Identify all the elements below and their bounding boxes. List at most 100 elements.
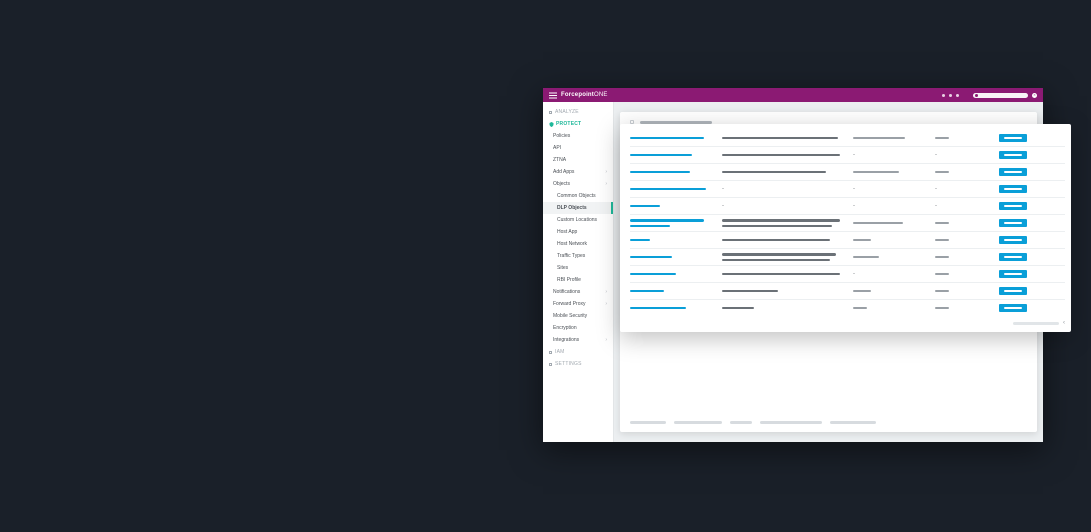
nav-item-ztna[interactable]: ZTNA: [543, 154, 613, 166]
nav-item-objects[interactable]: Objects›: [543, 178, 613, 190]
cell-col-a: -: [853, 152, 929, 158]
cell-description: [722, 219, 847, 227]
table-row[interactable]: [630, 283, 1065, 300]
row-action-button[interactable]: [999, 253, 1027, 261]
chevron-right-icon: ›: [605, 169, 607, 175]
sub-item-host-app[interactable]: Host App: [543, 226, 613, 238]
cell-name: [630, 273, 716, 276]
table-row[interactable]: ---: [630, 198, 1065, 215]
nav-item-api[interactable]: API: [543, 142, 613, 154]
cell-col-a: -: [853, 186, 929, 192]
nav-item-policies[interactable]: Policies: [543, 130, 613, 142]
footer-placeholder: [674, 421, 722, 424]
chevron-left-icon[interactable]: ‹: [1063, 320, 1065, 326]
cell-col-b: [935, 222, 993, 225]
cell-col-b: -: [935, 203, 993, 209]
cell-name: [630, 171, 716, 174]
cell-description: [722, 137, 847, 140]
cell-col-b: [935, 273, 993, 276]
hamburger-icon[interactable]: [549, 92, 557, 99]
sub-item-custom-locations[interactable]: Custom Locations: [543, 214, 613, 226]
cell-action: [999, 202, 1039, 210]
cell-col-b: [935, 307, 993, 310]
cell-description: [722, 307, 847, 310]
row-action-button[interactable]: [999, 151, 1027, 159]
pager-info: [1013, 322, 1059, 325]
table-row[interactable]: ---: [630, 181, 1065, 198]
cell-description: [722, 273, 847, 276]
cell-action: [999, 304, 1039, 312]
cell-col-a: [853, 137, 929, 140]
cell-col-a: -: [853, 271, 929, 277]
section-iam[interactable]: IAM: [543, 346, 613, 358]
footer-placeholder: [830, 421, 876, 424]
shield-icon: [549, 122, 553, 126]
sub-item-dlp-objects[interactable]: DLP Objects: [543, 202, 613, 214]
table-row[interactable]: [630, 300, 1065, 316]
close-icon[interactable]: ×: [1032, 93, 1037, 98]
row-action-button[interactable]: [999, 270, 1027, 278]
user-chip[interactable]: [973, 93, 1028, 98]
table-row[interactable]: [630, 130, 1065, 147]
nav-item-mobile-security[interactable]: Mobile Security: [543, 310, 613, 322]
cell-description: -: [722, 203, 847, 209]
row-action-button[interactable]: [999, 185, 1027, 193]
row-action-button[interactable]: [999, 236, 1027, 244]
sub-item-host-network[interactable]: Host Network: [543, 238, 613, 250]
nav-label: Notifications: [553, 289, 580, 295]
sub-item-traffic-types[interactable]: Traffic Types: [543, 250, 613, 262]
pager: ‹: [630, 316, 1065, 326]
app-body: ANALYZE PROTECT Policies API ZTNA Add Apps ›…: [543, 102, 1043, 442]
table-row[interactable]: [630, 249, 1065, 266]
cell-action: [999, 253, 1039, 261]
sub-item-sites[interactable]: Sites: [543, 262, 613, 274]
section-settings[interactable]: SETTINGS: [543, 358, 613, 370]
table-row[interactable]: [630, 232, 1065, 249]
square-icon: [549, 351, 552, 354]
table-row[interactable]: -: [630, 266, 1065, 283]
cell-action: [999, 219, 1039, 227]
brand-light: ONE: [594, 92, 608, 98]
cell-action: [999, 151, 1039, 159]
row-action-button[interactable]: [999, 219, 1027, 227]
row-action-button[interactable]: [999, 304, 1027, 312]
row-action-button[interactable]: [999, 202, 1027, 210]
nav-item-forward-proxy[interactable]: Forward Proxy›: [543, 298, 613, 310]
section-protect[interactable]: PROTECT: [543, 118, 613, 130]
nav-label: Forward Proxy: [553, 301, 586, 307]
nav-item-integrations[interactable]: Integrations›: [543, 334, 613, 346]
cell-col-a: [853, 256, 929, 259]
section-analyze[interactable]: ANALYZE: [543, 106, 613, 118]
dlp-objects-table-card: --------- ‹: [620, 124, 1071, 332]
cell-col-b: -: [935, 186, 993, 192]
status-dot-icon[interactable]: [956, 94, 959, 97]
status-dot-icon[interactable]: [949, 94, 952, 97]
nav-item-encryption[interactable]: Encryption: [543, 322, 613, 334]
footer-placeholder: [730, 421, 752, 424]
table-row[interactable]: [630, 164, 1065, 181]
table-row[interactable]: --: [630, 147, 1065, 164]
nav-label: API: [553, 145, 561, 151]
cell-col-a: [853, 307, 929, 310]
row-action-button[interactable]: [999, 287, 1027, 295]
nav-item-add-apps[interactable]: Add Apps ›: [543, 166, 613, 178]
table-row[interactable]: [630, 215, 1065, 232]
cell-action: [999, 185, 1039, 193]
chevron-right-icon: ›: [605, 337, 607, 343]
sub-item-common-objects[interactable]: Common Objects: [543, 190, 613, 202]
status-dot-icon[interactable]: [942, 94, 945, 97]
nav-label: Add Apps: [553, 169, 574, 175]
nav-label: ZTNA: [553, 157, 566, 163]
cell-col-b: [935, 290, 993, 293]
nav-item-notifications[interactable]: Notifications›: [543, 286, 613, 298]
section-label: SETTINGS: [555, 361, 582, 367]
row-action-button[interactable]: [999, 134, 1027, 142]
row-action-button[interactable]: [999, 168, 1027, 176]
sidebar: ANALYZE PROTECT Policies API ZTNA Add Apps ›…: [543, 102, 614, 442]
footer-placeholder: [760, 421, 822, 424]
main-area: --------- ‹: [614, 102, 1043, 442]
cell-col-b: [935, 137, 993, 140]
square-icon: [549, 111, 552, 114]
sub-item-rbi-profile[interactable]: RBI Profile: [543, 274, 613, 286]
cell-description: [722, 171, 847, 174]
